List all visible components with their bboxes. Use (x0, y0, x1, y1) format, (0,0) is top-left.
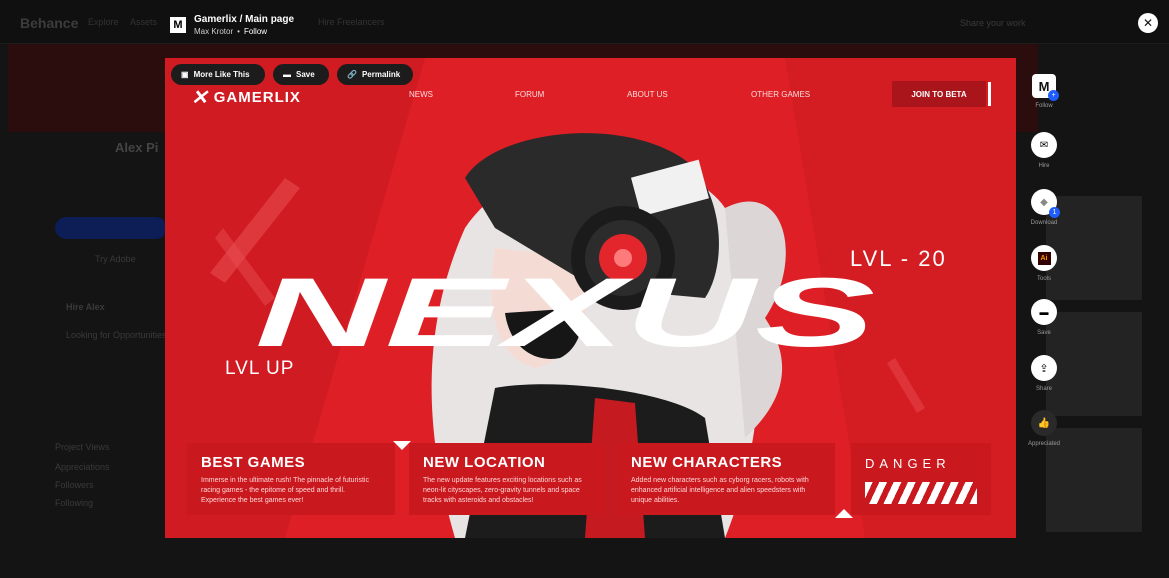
bg-stat-followers: Followers (55, 480, 94, 490)
bg-follow-button[interactable] (55, 217, 167, 239)
rail-tools[interactable]: Ai Tools (1018, 245, 1070, 282)
card-title: NEW LOCATION (423, 454, 546, 471)
download-icon: ◆ 1 (1031, 189, 1060, 218)
rail-save[interactable]: ▬ Save (1018, 299, 1070, 336)
join-beta-button: JOIN TO BETA (892, 81, 986, 107)
gamerlix-brand[interactable]: ✕ GAMERLIX (191, 85, 301, 110)
card-new-location: NEW LOCATION The new update features exc… (409, 443, 605, 515)
mail-icon: ✉ (1031, 132, 1057, 158)
rail-label: Follow (1035, 103, 1053, 109)
thumbs-up-icon: 👍 (1031, 410, 1057, 436)
card-text: The new update features exciting locatio… (423, 477, 582, 504)
permalink-label: Permalink (361, 70, 401, 79)
hazard-stripes (865, 482, 977, 504)
folder-icon: ▬ (1031, 299, 1057, 325)
card-new-characters: NEW CHARACTERS Added new characters such… (617, 443, 835, 515)
brand-name: GAMERLIX (213, 89, 301, 106)
close-icon: ✕ (1142, 16, 1154, 30)
project-owner-logo[interactable]: M (170, 17, 186, 33)
bg-cta[interactable]: Try Adobe (95, 254, 136, 264)
hero-title: NEXUS (255, 257, 875, 367)
art-nav-about: ABOUT US (627, 90, 668, 99)
bg-nav-hire[interactable]: Hire Freelancers (318, 17, 385, 27)
art-nav-other-games: OTHER GAMES (751, 90, 811, 99)
save-button[interactable]: ▬ Save (273, 64, 329, 85)
bg-profile-name: Alex Pi (115, 140, 159, 155)
author-name[interactable]: Max Krotor (194, 27, 233, 36)
bg-nav-assets[interactable]: Assets (130, 17, 157, 27)
bg-side-heading: Hire Alex (66, 302, 105, 312)
image-icon: ▣ (181, 70, 189, 79)
rail-follow[interactable]: M + Follow (1018, 74, 1070, 109)
rail-share[interactable]: ⇪ Share (1018, 355, 1070, 392)
more-like-this-label: More Like This (193, 70, 250, 79)
danger-badge (851, 443, 991, 515)
card-text: Added new characters such as cyborg race… (631, 477, 809, 504)
behance-logo[interactable]: Behance (20, 15, 78, 31)
rail-label: Share (1035, 386, 1052, 392)
bg-stat-views: Project Views (55, 442, 110, 452)
folder-icon: ▬ (283, 70, 291, 79)
level-label: LVL - 20 (850, 246, 947, 271)
follow-link[interactable]: Follow (244, 27, 267, 36)
rail-label: Tools (1036, 276, 1051, 282)
more-like-this-button[interactable]: ▣ More Like This (171, 64, 265, 85)
level-up-label: LVL UP (225, 358, 295, 379)
project-title: Gamerlix / Main page (194, 14, 295, 25)
rail-download[interactable]: ◆ 1 Download (1018, 189, 1070, 226)
rail-hire[interactable]: ✉ Hire (1018, 132, 1070, 169)
art-nav-forum: FORUM (515, 90, 545, 99)
beta-accent-bar (988, 82, 991, 106)
bg-side-subheading: Looking for Opportunities (66, 330, 167, 340)
rail-label: Appreciated (1027, 441, 1061, 447)
project-artwork: NEXUS ✕ GAMERLIX NEWS FORUM ABOUT US OTH… (165, 58, 1016, 538)
danger-label: DANGER (865, 456, 951, 471)
art-nav-news: NEWS (409, 90, 433, 99)
share-icon: ⇪ (1031, 355, 1057, 381)
card-title: NEW CHARACTERS (631, 454, 783, 471)
link-icon: 🔗 (347, 70, 357, 79)
permalink-button[interactable]: 🔗 Permalink (337, 64, 413, 85)
bg-stat-appreciations: Appreciations (55, 462, 110, 472)
card-best-games: BEST GAMES Immerse in the ultimate rush!… (187, 443, 395, 515)
behance-logo-icon: M + (1032, 74, 1059, 101)
close-modal-button[interactable]: ✕ (1138, 13, 1158, 33)
card-text: Immerse in the ultimate rush! The pinnac… (201, 477, 369, 504)
project-header: M Gamerlix / Main page Max Krotor • Foll… (170, 14, 294, 36)
rail-appreciated[interactable]: 👍 Appreciated (1018, 410, 1070, 447)
card-title: BEST GAMES (201, 454, 306, 471)
bg-stat-following: Following (55, 498, 94, 508)
rail-label: Hire (1038, 163, 1050, 169)
bg-share-work[interactable]: Share your work (960, 18, 1026, 28)
separator-dot: • (237, 27, 240, 36)
rail-label: Download (1030, 220, 1058, 226)
save-label: Save (296, 70, 315, 79)
rail-label: Save (1037, 330, 1051, 336)
adobe-illustrator-icon: Ai (1031, 245, 1057, 271)
bg-nav-explore[interactable]: Explore (88, 17, 119, 27)
gamerlix-x-icon: ✕ (191, 87, 208, 109)
